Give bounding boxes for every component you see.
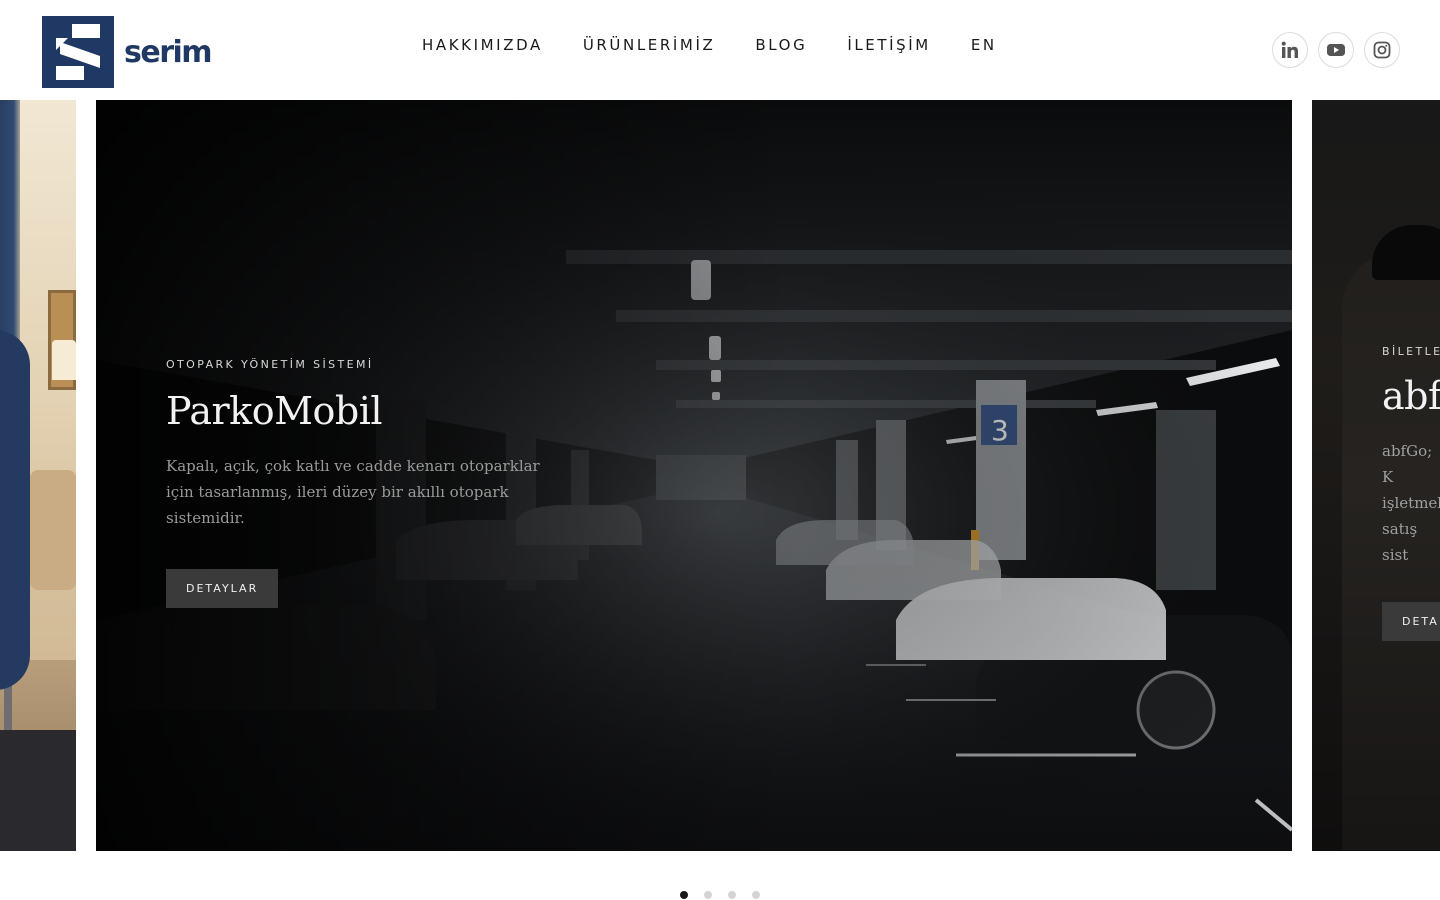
logo[interactable]: serim [42, 16, 213, 88]
next-details-button[interactable]: DETA [1382, 602, 1440, 641]
pagination-dot-3[interactable] [728, 891, 736, 899]
nav-item-language[interactable]: EN [971, 36, 997, 54]
youtube-button[interactable] [1318, 32, 1354, 68]
linkedin-icon [1281, 41, 1298, 58]
pagination-dot-2[interactable] [704, 891, 712, 899]
hero-slider[interactable]: 3 OTOPAR [0, 100, 1440, 851]
main-nav: HAKKIMIZDA ÜRÜNLERİMİZ BLOG İLETİŞİM EN [422, 36, 997, 54]
next-slide-caption: BİLETLE abfG abfGo; K işletmel satış sis… [1382, 345, 1440, 641]
nav-item-about[interactable]: HAKKIMIZDA [422, 36, 543, 54]
slide-previous[interactable] [0, 100, 76, 851]
site-header: serim HAKKIMIZDA ÜRÜNLERİMİZ BLOG İLETİŞ… [0, 0, 1440, 100]
next-slide-description: abfGo; K işletmel satış sist [1382, 442, 1440, 564]
linkedin-button[interactable] [1272, 32, 1308, 68]
nav-item-products[interactable]: ÜRÜNLERİMİZ [583, 36, 716, 54]
slide-title: ParkoMobil [166, 389, 383, 433]
traveler-figure [0, 330, 30, 690]
instagram-icon [1373, 41, 1391, 59]
pagination-dot-4[interactable] [752, 891, 760, 899]
slide-next[interactable]: BİLETLE abfG abfGo; K işletmel satış sis… [1312, 100, 1440, 851]
sofa-decoration [30, 470, 76, 590]
nav-item-blog[interactable]: BLOG [755, 36, 807, 54]
lamp-decoration [52, 340, 76, 380]
slide-eyebrow: OTOPARK YÖNETİM SİSTEMİ [166, 358, 374, 371]
slide-active[interactable]: 3 OTOPAR [96, 100, 1292, 851]
social-links [1272, 32, 1400, 68]
slider-pagination [680, 891, 760, 899]
nav-item-contact[interactable]: İLETİŞİM [847, 36, 931, 54]
slide-description: Kapalı, açık, çok katlı ve cadde kenarı … [166, 457, 540, 527]
luggage-decoration [0, 730, 76, 851]
youtube-icon [1327, 44, 1345, 56]
details-button[interactable]: DETAYLAR [166, 569, 279, 608]
logo-text: serim [124, 34, 213, 70]
slide-caption: OTOPARK YÖNETİM SİSTEMİ ParkoMobil Kapal… [166, 358, 586, 608]
logo-mark-icon [42, 16, 114, 88]
next-slide-title: abfG [1382, 374, 1440, 418]
pagination-dot-1[interactable] [680, 891, 688, 899]
instagram-button[interactable] [1364, 32, 1400, 68]
next-slide-eyebrow: BİLETLE [1382, 345, 1440, 358]
